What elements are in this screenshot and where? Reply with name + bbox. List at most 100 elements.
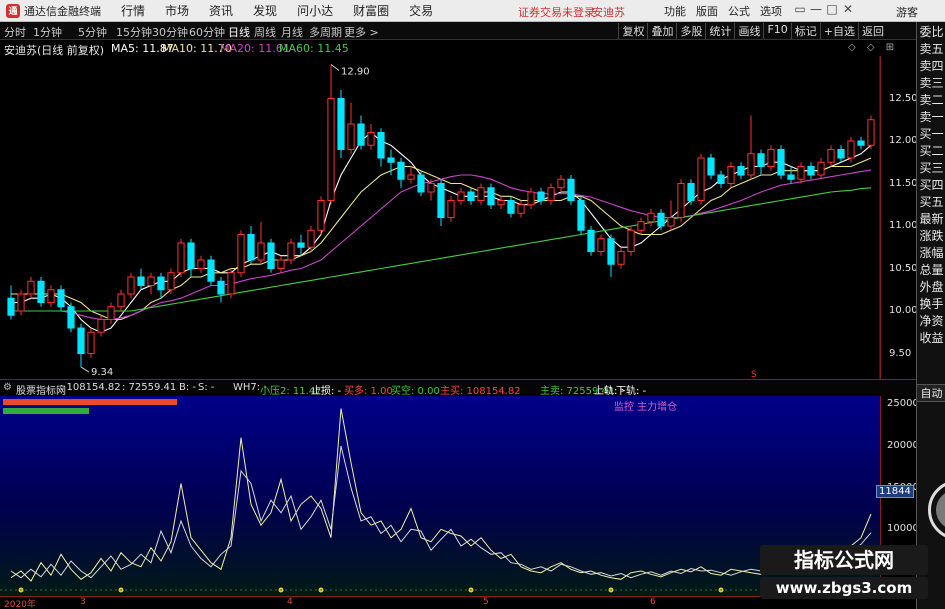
indicator-tick: 20000 <box>887 440 919 451</box>
indicator-header-item: 止损: - <box>311 386 342 397</box>
quote-field-label: 买五 <box>919 195 944 209</box>
candle-body <box>657 212 665 227</box>
period-15min[interactable]: 15分钟 <box>116 24 152 40</box>
indicator-settings-icon[interactable]: ⚙ <box>3 382 12 393</box>
candle-body <box>627 229 635 252</box>
menu-market-quotes[interactable]: 行情 <box>121 2 145 19</box>
candle <box>377 128 385 167</box>
candle-body <box>717 174 725 184</box>
candle-body <box>257 242 265 261</box>
tool-overlay[interactable]: 叠加 <box>647 23 676 39</box>
tool-f10[interactable]: F10 <box>763 23 790 39</box>
close-icon[interactable]: ✕ <box>840 2 856 16</box>
candle <box>777 145 785 180</box>
menu-function[interactable]: 功能 <box>664 3 686 19</box>
indicator-chart[interactable]: 监控 主力增仓 <box>0 396 880 596</box>
period-weekly[interactable]: 周线 <box>254 24 276 40</box>
candle <box>507 196 515 218</box>
candle <box>227 268 235 299</box>
period-multi[interactable]: 多周期 <box>309 24 342 40</box>
candle <box>77 323 85 368</box>
candle <box>97 315 105 337</box>
quote-field-label: 外盘 <box>919 280 944 294</box>
tool-multi-stock[interactable]: 多股 <box>676 23 705 39</box>
candle <box>537 187 545 205</box>
menu-wealth-circle[interactable]: 财富圈 <box>353 2 389 19</box>
candle-body <box>147 276 155 286</box>
period-60min[interactable]: 60分钟 <box>189 24 225 40</box>
menu-market[interactable]: 市场 <box>165 2 189 19</box>
menu-formula[interactable]: 公式 <box>728 3 750 19</box>
quote-field-label: 卖二 <box>919 93 944 107</box>
tool-adjust[interactable]: 复权 <box>618 23 647 39</box>
price-tick: 10.00 <box>889 305 918 316</box>
candle-body <box>107 306 115 320</box>
menu-options[interactable]: 选项 <box>760 3 782 19</box>
period-1min[interactable]: 1分钟 <box>33 24 62 40</box>
candle <box>867 115 875 150</box>
candle <box>597 234 605 256</box>
tool-stats[interactable]: 统计 <box>705 23 734 39</box>
candle <box>817 158 825 180</box>
candle <box>767 145 775 171</box>
period-30min[interactable]: 30分钟 <box>152 24 188 40</box>
tool-back[interactable]: 返回 <box>858 23 887 39</box>
chart-corner-icons[interactable]: ◇ ◇ ⊞ <box>848 42 898 53</box>
low-price-label: 9.34 <box>91 367 113 378</box>
tool-add-watchlist[interactable]: +自选 <box>819 23 858 39</box>
candle <box>527 187 535 209</box>
ma60-value: MA60: 11.45 <box>279 42 349 55</box>
candle <box>167 268 175 294</box>
candle <box>237 230 245 277</box>
candle-body <box>617 251 625 265</box>
candle-body <box>437 183 445 218</box>
guest-login[interactable]: 游客 <box>896 4 918 20</box>
time-label: 4 <box>287 597 293 607</box>
candle-body <box>407 174 415 180</box>
candle <box>367 124 375 150</box>
candlestick-chart[interactable]: 12.90 9.34 S <box>0 56 880 379</box>
menu-discover[interactable]: 发现 <box>253 2 277 19</box>
quote-field-label: 委比 <box>919 25 944 39</box>
candle-body <box>317 200 325 231</box>
period-tick[interactable]: 分时 <box>4 24 26 40</box>
tool-draw[interactable]: 画线 <box>734 23 763 39</box>
high-price-label: 12.90 <box>341 67 370 78</box>
candle-body <box>767 149 775 167</box>
login-warning[interactable]: 证券交易未登录 <box>518 4 595 20</box>
quote-field-label: 换手 <box>919 297 944 311</box>
period-daily[interactable]: 日线 <box>228 24 250 40</box>
candle-body <box>277 259 285 269</box>
candle <box>117 289 125 311</box>
period-monthly[interactable]: 月线 <box>281 24 303 40</box>
indicator-tick: 25000 <box>887 398 919 410</box>
menu-news[interactable]: 资讯 <box>209 2 233 19</box>
menu-layout[interactable]: 版面 <box>696 3 718 19</box>
window-controls: ▭ — □ ✕ <box>792 2 856 16</box>
indicator-background <box>0 396 880 596</box>
minimize-icon[interactable]: — <box>808 2 824 16</box>
price-tick: 9.50 <box>889 347 912 359</box>
indicator-header-item: 股票指标网 <box>16 386 66 397</box>
candle-body <box>477 187 485 201</box>
candle-body <box>177 242 185 274</box>
period-5min[interactable]: 5分钟 <box>78 24 107 40</box>
menu-trade[interactable]: 交易 <box>409 2 433 19</box>
menu-ask[interactable]: 问小达 <box>297 2 333 19</box>
restore-icon[interactable]: ▭ <box>792 2 808 16</box>
tool-mark[interactable]: 标记 <box>790 23 820 39</box>
candle-body <box>67 306 75 329</box>
watermark-banner: 指标公式网 <box>760 545 928 575</box>
quote-field-label: 买三 <box>919 161 944 175</box>
indicator-header-item: 下轨: - <box>616 386 647 397</box>
maximize-icon[interactable]: □ <box>824 2 840 16</box>
monitor-label: 监控 主力增仓 <box>614 400 677 413</box>
time-label: 2020年 <box>4 600 36 609</box>
candle <box>707 153 715 180</box>
candle-body <box>47 289 55 303</box>
period-more[interactable]: 更多 > <box>344 24 379 40</box>
candle <box>157 272 165 299</box>
candle-body <box>687 183 695 201</box>
auto-button[interactable]: 自动 <box>917 384 945 402</box>
sell-marker-label: S <box>751 370 757 379</box>
